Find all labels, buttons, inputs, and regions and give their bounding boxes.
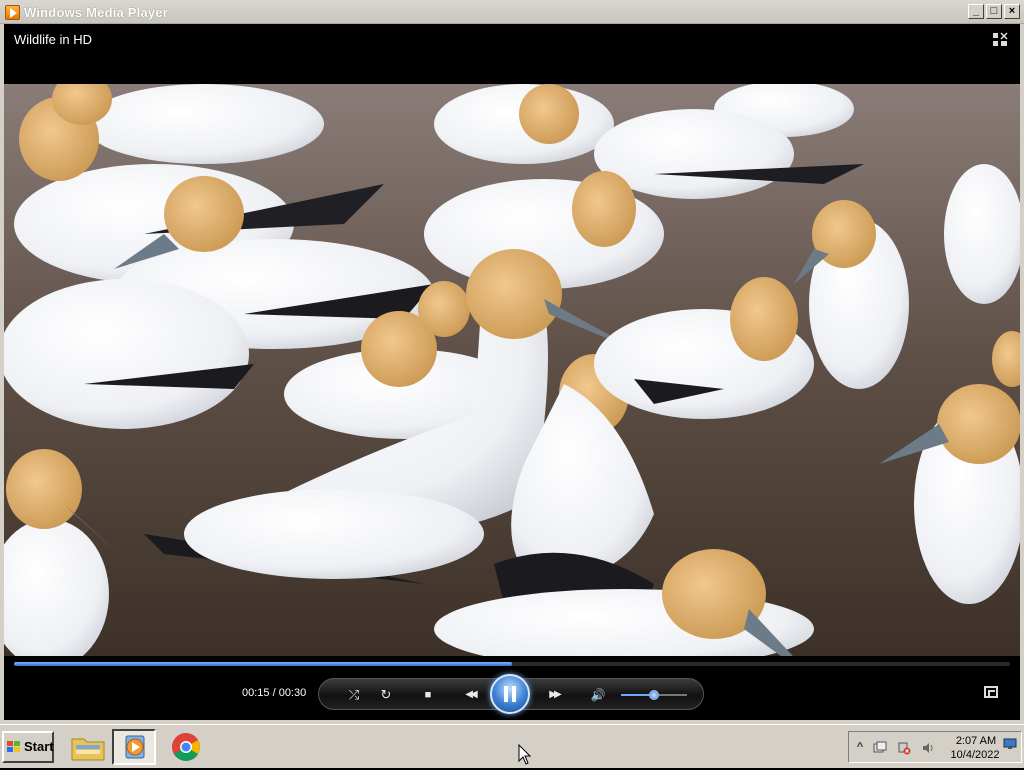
pause-icon (504, 686, 516, 702)
taskbar-chrome[interactable] (164, 729, 208, 765)
show-desktop-icon[interactable] (1003, 737, 1017, 751)
playback-controls: ⤮ ↻ ■ ◀◀ ▶▶ 🔊 (318, 674, 704, 714)
seek-bar[interactable] (14, 662, 1010, 666)
volume-slider[interactable] (621, 690, 687, 700)
time-display: 00:15 / 00:30 (242, 687, 307, 699)
mouse-cursor-icon (518, 744, 532, 765)
seek-bar-progress (14, 662, 512, 666)
stop-button[interactable]: ■ (419, 687, 437, 703)
previous-button[interactable]: ◀◀ (457, 687, 483, 703)
start-button[interactable]: Start (2, 731, 54, 763)
switch-to-library-icon[interactable] (992, 32, 1008, 48)
mute-button[interactable]: 🔊 (589, 687, 607, 703)
network-icon[interactable] (897, 741, 911, 755)
start-label: Start (24, 739, 54, 754)
window-title: Windows Media Player (24, 5, 169, 20)
taskbar: Start ^ 2:07 AM 10/4/2022 (0, 724, 1024, 768)
video-frame[interactable] (4, 84, 1020, 656)
media-player-window: Windows Media Player _ □ × Wildlife in H… (0, 0, 1024, 724)
pause-button[interactable] (490, 674, 530, 714)
taskbar-file-explorer[interactable] (66, 729, 110, 765)
volume-icon[interactable] (921, 741, 935, 755)
minimize-button[interactable]: _ (968, 4, 984, 19)
media-player-icon (125, 735, 145, 759)
repeat-button[interactable]: ↻ (377, 687, 395, 703)
clock-date[interactable]: 10/4/2022 (945, 749, 1005, 761)
chrome-icon (172, 733, 200, 761)
system-tray: ^ 2:07 AM 10/4/2022 (848, 731, 1022, 763)
windows-flag-icon (7, 741, 20, 752)
now-playing-title: Wildlife in HD (14, 32, 93, 47)
folder-icon (71, 738, 105, 761)
gannet-colony-video (4, 84, 1020, 656)
player-area: Wildlife in HD 00:15 / 00:30 ⤮ ↻ ■ ◀◀ ▶▶… (4, 24, 1020, 720)
close-button[interactable]: × (1004, 4, 1020, 19)
next-button[interactable]: ▶▶ (541, 687, 567, 703)
title-bar[interactable]: Windows Media Player _ □ × (0, 0, 1024, 24)
window-controls: _ □ × (968, 4, 1020, 19)
volume-thumb[interactable] (649, 690, 659, 700)
shuffle-button[interactable]: ⤮ (345, 687, 363, 703)
maximize-button[interactable]: □ (986, 4, 1002, 19)
taskbar-media-player[interactable] (112, 729, 156, 765)
fullscreen-icon[interactable] (984, 686, 998, 698)
media-player-app-icon (5, 5, 20, 20)
show-hidden-icons-button[interactable]: ^ (853, 741, 867, 755)
clock-time[interactable]: 2:07 AM (949, 735, 1003, 747)
action-center-icon[interactable] (873, 741, 887, 755)
